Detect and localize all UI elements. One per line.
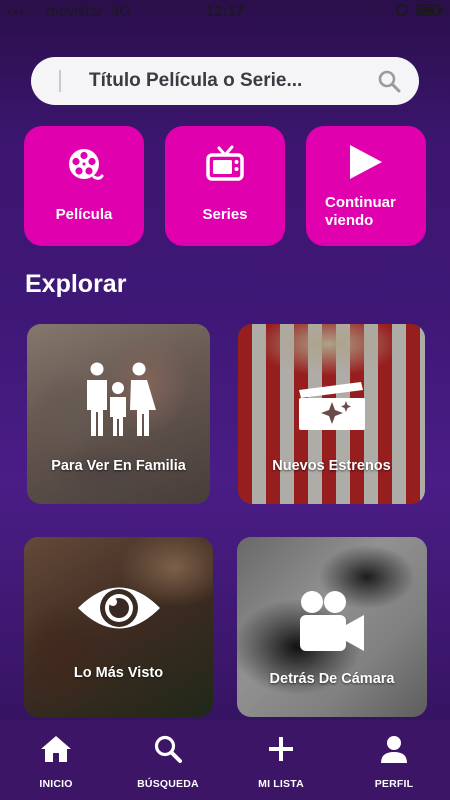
nav-profile[interactable]: PERFIL [349, 720, 439, 800]
search-icon [154, 735, 182, 763]
home-icon [41, 736, 71, 762]
search-cursor [59, 70, 61, 92]
video-camera-icon [300, 591, 364, 651]
bottom-nav: INICIO BÚSQUEDA MI LISTA PERFIL [0, 720, 450, 800]
tile-most-watched[interactable]: Lo Más Visto [24, 537, 213, 717]
status-right [396, 4, 443, 16]
series-button-label: Series [202, 206, 248, 223]
nav-home[interactable]: INICIO [11, 720, 101, 800]
tile-new-releases-label: Nuevos Estrenos [272, 458, 391, 474]
battery-icon [416, 4, 443, 16]
continue-watching-line1: Continuar [325, 194, 396, 211]
explore-title: Explorar [25, 270, 127, 298]
nav-my-list[interactable]: MI LISTA [236, 720, 326, 800]
tile-new-releases[interactable]: Nuevos Estrenos [238, 324, 425, 504]
continue-watching-line2: viendo [325, 212, 374, 229]
continue-watching-button[interactable]: Continuar viendo [306, 126, 426, 246]
tv-icon [206, 145, 244, 181]
play-icon [350, 145, 382, 179]
eye-icon [77, 587, 160, 629]
person-icon [381, 736, 407, 763]
tile-family[interactable]: Para Ver En Familia [27, 324, 210, 504]
movie-button-label: Película [55, 206, 113, 223]
alarm-icon [396, 4, 408, 16]
series-button[interactable]: Series [165, 126, 285, 246]
tile-behind-camera-label: Detrás De Cámara [269, 671, 395, 687]
nav-home-label: INICIO [39, 778, 73, 790]
tile-most-watched-label: Lo Más Visto [73, 665, 164, 681]
tile-family-label: Para Ver En Familia [51, 458, 186, 474]
family-icon [86, 362, 156, 436]
plus-icon [269, 737, 293, 761]
search-input[interactable] [89, 67, 359, 95]
film-reel-icon [69, 149, 104, 180]
tile-behind-camera[interactable]: Detrás De Cámara [237, 537, 427, 717]
nav-profile-label: PERFIL [374, 778, 414, 790]
status-bar: ●●●○○ movistar 4G 12:17 [0, 0, 450, 24]
search-bar[interactable] [31, 57, 419, 105]
nav-search-label: BÚSQUEDA [137, 778, 199, 790]
clapperboard-icon [298, 382, 365, 430]
nav-my-list-label: MI LISTA [258, 778, 304, 790]
continue-watching-label: Continuar viendo [306, 194, 426, 230]
status-time: 12:17 [205, 3, 245, 20]
search-icon[interactable] [377, 69, 401, 93]
movie-button[interactable]: Película [24, 126, 144, 246]
nav-search[interactable]: BÚSQUEDA [123, 720, 213, 800]
